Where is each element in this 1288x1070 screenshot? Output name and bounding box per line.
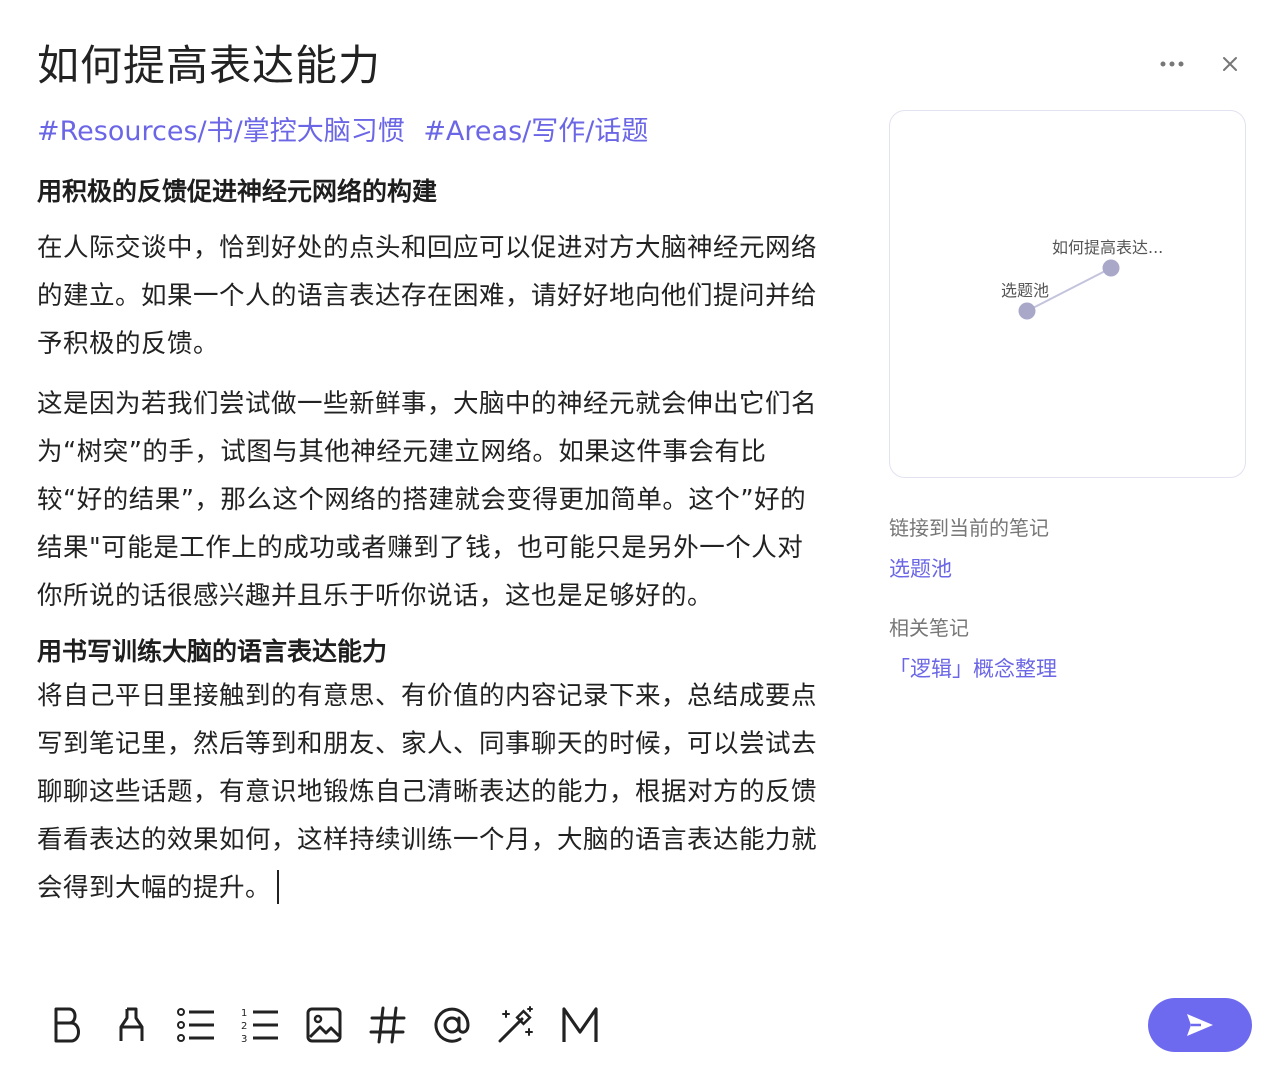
numbered-list-icon[interactable]: 1 2 3 [240,1000,280,1050]
tag-link[interactable]: #Resources/书/掌控大脑习惯 [37,116,405,147]
graph-node-label: 选题池 [1001,281,1050,300]
bold-icon[interactable] [48,1000,88,1050]
markdown-icon[interactable] [560,1000,600,1050]
related-notes-label: 相关笔记 [889,616,969,640]
svg-text:1: 1 [241,1008,247,1019]
image-icon[interactable] [304,1000,344,1050]
magic-wand-icon[interactable] [496,1000,536,1050]
graph-node[interactable] [1018,302,1036,320]
note-graph[interactable]: 如何提高表达... 选题池 [889,110,1246,478]
backlink-item[interactable]: 选题池 [889,553,952,583]
highlighter-icon[interactable] [112,1000,152,1050]
svg-text:2: 2 [241,1021,247,1032]
backlinks-label: 链接到当前的笔记 [889,516,1049,540]
svg-text:3: 3 [241,1034,247,1044]
tag-link[interactable]: #Areas/写作/话题 [423,116,648,147]
paragraph: 这是因为若我们尝试做一些新鲜事，大脑中的神经元就会伸出它们名为“树突”的手，试图… [37,389,818,611]
note-body[interactable]: 用积极的反馈促进神经元网络的构建 在人际交谈中，恰到好处的点头和回应可以促进对方… [37,172,827,912]
bullet-list-icon[interactable] [176,1000,216,1050]
paragraph-text: 将自己平日里接触到的有意思、有价值的内容记录下来，总结成要点写到笔记里，然后等到… [37,681,818,903]
related-note-item[interactable]: 「逻辑」概念整理 [889,653,1057,683]
paragraph: 将自己平日里接触到的有意思、有价值的内容记录下来，总结成要点写到笔记里，然后等到… [37,672,827,912]
more-horizontal-icon[interactable] [1156,48,1188,80]
top-actions [1156,48,1246,80]
paragraph: 在人际交谈中，恰到好处的点头和回应可以促进对方大脑神经元网络的建立。如果一个人的… [37,233,818,359]
graph-canvas [1018,259,1120,320]
section-heading: 用积极的反馈促进神经元网络的构建 [37,177,438,206]
mention-icon[interactable] [432,1000,472,1050]
hashtag-icon[interactable] [368,1000,408,1050]
note-title[interactable]: 如何提高表达能力 [37,38,381,94]
tag-list: #Resources/书/掌控大脑习惯 #Areas/写作/话题 [37,112,658,152]
graph-node-label: 如何提高表达... [1052,238,1164,257]
editor-toolbar: 1 2 3 [48,1000,600,1050]
text-caret [277,870,280,904]
graph-node[interactable] [1102,259,1120,277]
send-icon [1187,1014,1213,1036]
close-icon[interactable] [1214,48,1246,80]
section-heading: 用书写训练大脑的语言表达能力 [37,637,388,666]
send-button[interactable] [1148,998,1252,1052]
